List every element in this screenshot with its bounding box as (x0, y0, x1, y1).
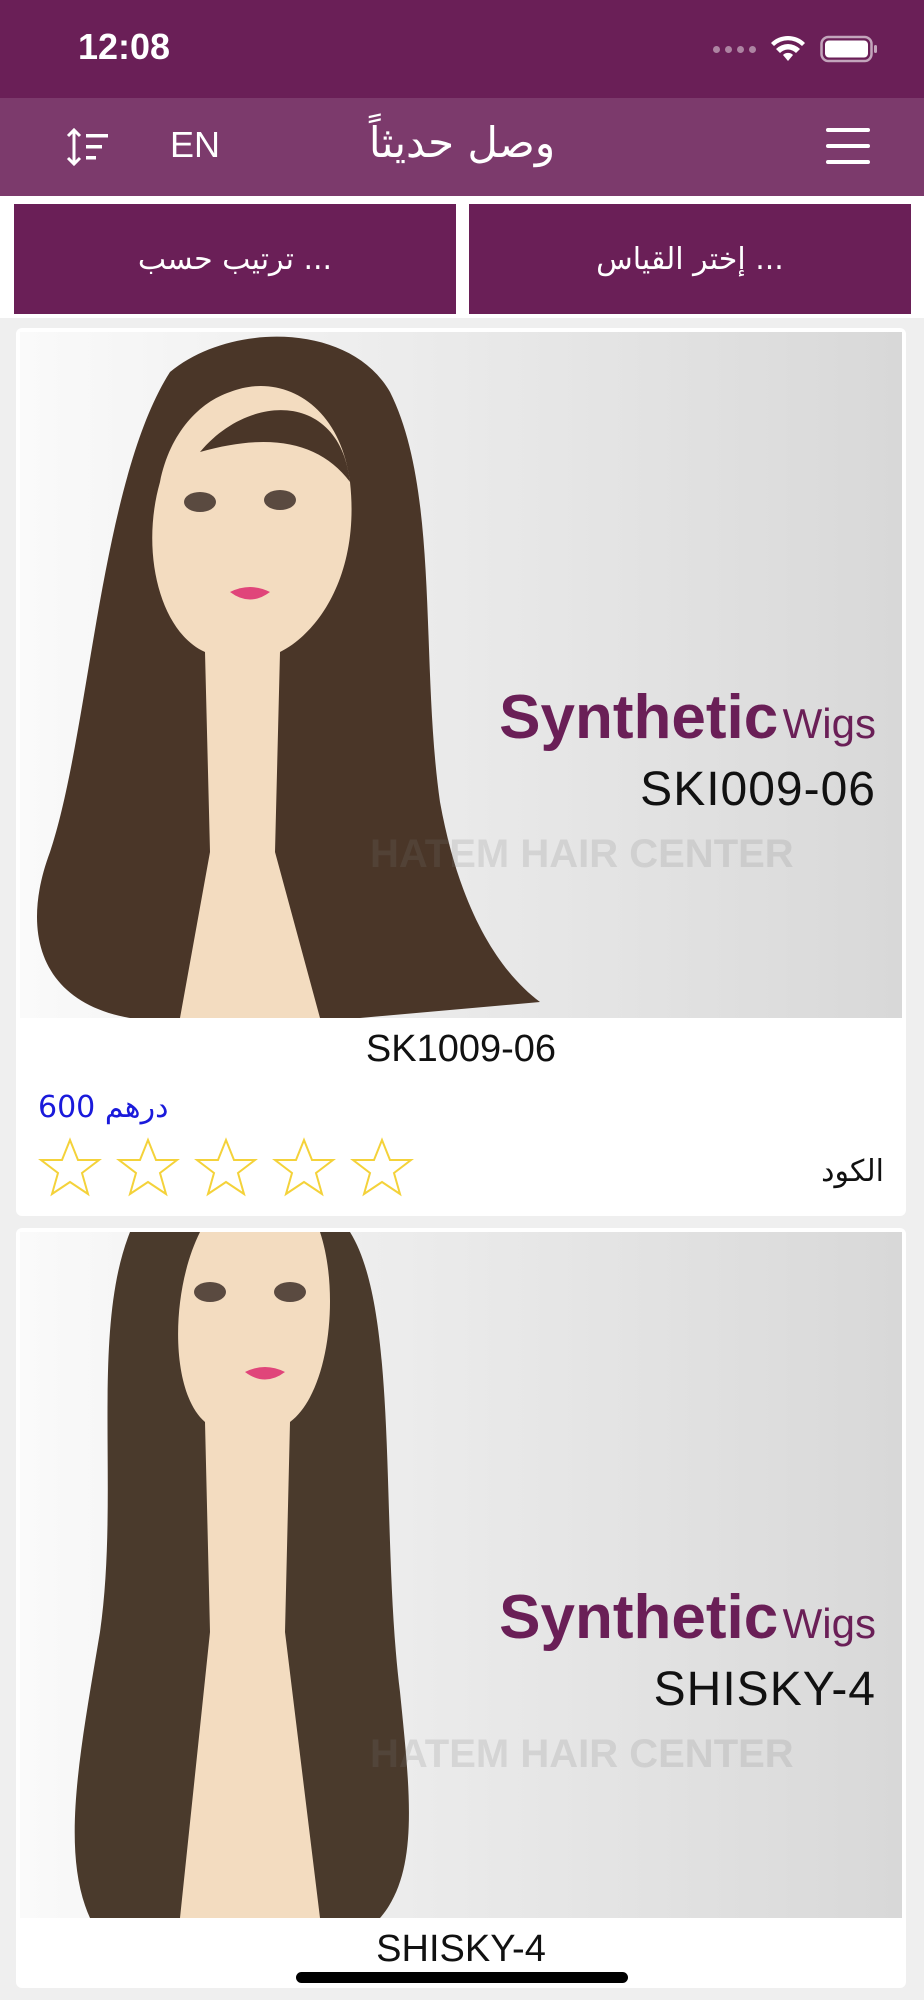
wifi-icon (771, 35, 805, 61)
menu-icon[interactable] (824, 124, 872, 168)
image-brand-label: Synthetic Wigs (499, 682, 876, 753)
home-indicator (296, 1972, 628, 1983)
filter-row: ترتيب حسب ... إختر القياس ... (0, 196, 924, 318)
sort-icon[interactable] (64, 126, 112, 168)
price-value: 600 (38, 1090, 96, 1125)
status-bar: 12:08 (0, 0, 924, 98)
nav-bar: EN وصل حديثاً (0, 98, 924, 196)
image-code: SKI009-06 (640, 763, 876, 816)
product-card[interactable]: Synthetic Wigs SHISKY-4 HATEM HAIR CENTE… (16, 1228, 906, 1988)
product-name: SK1009-06 (365, 1028, 557, 1070)
choose-size-button[interactable]: إختر القياس ... (469, 204, 911, 314)
product-name: SHISKY-4 (376, 1928, 546, 1970)
price-currency: درهم (104, 1090, 169, 1125)
product-price: درهم 600 (38, 1090, 168, 1125)
image-brand-label: Synthetic Wigs (499, 1582, 876, 1653)
rating-stars[interactable] (38, 1136, 414, 1200)
wig-mannequin-illustration (74, 1232, 409, 1918)
sort-by-button[interactable]: ترتيب حسب ... (14, 204, 456, 314)
star-icon[interactable] (350, 1136, 414, 1200)
code-label: الكود (821, 1154, 884, 1189)
battery-icon (820, 35, 877, 63)
star-icon[interactable] (116, 1136, 180, 1200)
star-icon[interactable] (272, 1136, 336, 1200)
product-card[interactable]: Synthetic Wigs SKI009-06 HATEM HAIR CENT… (16, 328, 906, 1216)
status-icons (713, 34, 878, 64)
image-brand-light: Wigs (782, 1600, 876, 1647)
page-title: وصل حديثاً (368, 118, 556, 167)
cellular-signal-icon (713, 45, 756, 53)
image-brand-light: Wigs (782, 700, 876, 747)
product-image[interactable]: Synthetic Wigs SHISKY-4 HATEM HAIR CENTE… (20, 1232, 902, 1918)
wig-mannequin-illustration (36, 336, 541, 1018)
image-brand-bold: Synthetic (499, 683, 779, 752)
product-image[interactable]: Synthetic Wigs SKI009-06 HATEM HAIR CENT… (20, 332, 902, 1018)
star-icon[interactable] (194, 1136, 258, 1200)
image-code: SHISKY-4 (653, 1663, 876, 1716)
image-brand-bold: Synthetic (499, 1583, 779, 1652)
language-toggle[interactable]: EN (170, 124, 220, 166)
watermark: HATEM HAIR CENTER (370, 832, 794, 876)
status-time: 12:08 (78, 26, 171, 67)
watermark: HATEM HAIR CENTER (370, 1732, 794, 1776)
star-icon[interactable] (38, 1136, 102, 1200)
